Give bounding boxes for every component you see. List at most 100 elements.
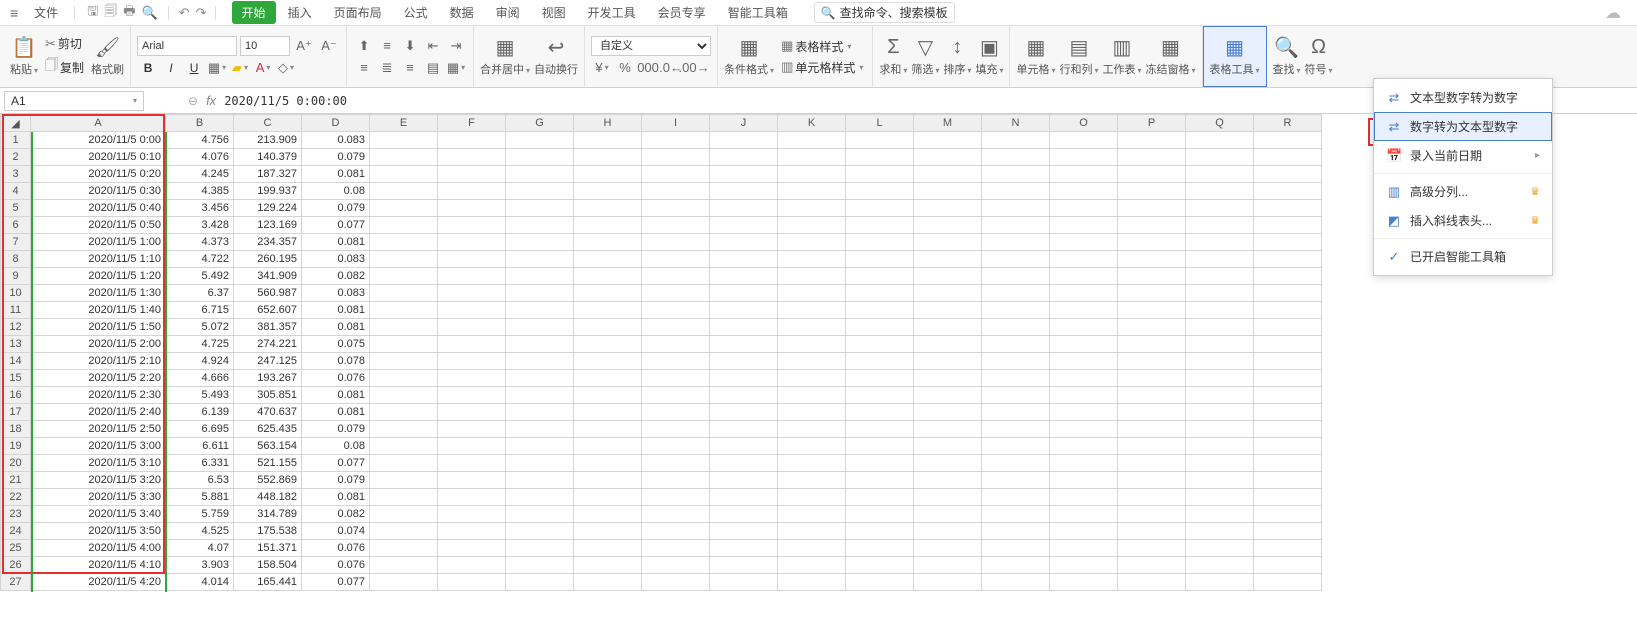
align-top-icon[interactable]: ⬆: [353, 36, 375, 56]
cell[interactable]: [1254, 166, 1322, 183]
cell[interactable]: [438, 353, 506, 370]
cell[interactable]: [506, 506, 574, 523]
cell[interactable]: [1186, 540, 1254, 557]
cell[interactable]: [574, 166, 642, 183]
cell[interactable]: [914, 183, 982, 200]
cell[interactable]: [574, 336, 642, 353]
format-painter-button[interactable]: 🖌 格式刷: [91, 37, 124, 77]
cell[interactable]: [914, 472, 982, 489]
col-header-P[interactable]: P: [1118, 115, 1186, 132]
fx-icon[interactable]: fx: [206, 93, 216, 108]
menu-advanced-split[interactable]: ▥高级分列...♛: [1374, 177, 1552, 206]
row-header[interactable]: 21: [1, 472, 31, 489]
cell[interactable]: 0.077: [302, 574, 370, 591]
cell[interactable]: [1186, 472, 1254, 489]
cell[interactable]: 2020/11/5 3:50: [31, 523, 166, 540]
cell[interactable]: [710, 166, 778, 183]
cell[interactable]: [1118, 251, 1186, 268]
cell[interactable]: 0.081: [302, 234, 370, 251]
col-header-H[interactable]: H: [574, 115, 642, 132]
cell[interactable]: [1118, 387, 1186, 404]
menu-file[interactable]: 文件: [26, 4, 66, 21]
cell[interactable]: 213.909: [234, 132, 302, 149]
cell[interactable]: [778, 421, 846, 438]
border-icon[interactable]: ▦: [206, 58, 228, 78]
cell[interactable]: 0.079: [302, 200, 370, 217]
cell[interactable]: [1118, 200, 1186, 217]
cell[interactable]: [1050, 217, 1118, 234]
cell[interactable]: [1050, 557, 1118, 574]
cell[interactable]: [1050, 251, 1118, 268]
cell[interactable]: 2020/11/5 2:20: [31, 370, 166, 387]
cell[interactable]: [1118, 421, 1186, 438]
cell[interactable]: [710, 523, 778, 540]
cell[interactable]: [710, 200, 778, 217]
cell[interactable]: [438, 404, 506, 421]
cell[interactable]: [642, 132, 710, 149]
cell[interactable]: [574, 489, 642, 506]
cell[interactable]: [914, 285, 982, 302]
cell[interactable]: [846, 489, 914, 506]
cell[interactable]: [846, 149, 914, 166]
cell[interactable]: [370, 166, 438, 183]
cell[interactable]: [914, 489, 982, 506]
cell[interactable]: [846, 506, 914, 523]
cell[interactable]: 652.607: [234, 302, 302, 319]
cell[interactable]: [914, 353, 982, 370]
cell[interactable]: [710, 540, 778, 557]
cell[interactable]: [914, 149, 982, 166]
cell[interactable]: [982, 574, 1050, 591]
cell[interactable]: [778, 506, 846, 523]
row-header[interactable]: 9: [1, 268, 31, 285]
cell[interactable]: [846, 268, 914, 285]
symbol-button[interactable]: Ω符号: [1305, 37, 1333, 77]
cell[interactable]: [1050, 336, 1118, 353]
cell[interactable]: [1050, 574, 1118, 591]
cell[interactable]: 3.456: [166, 200, 234, 217]
cell[interactable]: [574, 132, 642, 149]
cell[interactable]: 2020/11/5 3:20: [31, 472, 166, 489]
cell[interactable]: [1186, 506, 1254, 523]
cell[interactable]: [846, 387, 914, 404]
cell[interactable]: 6.139: [166, 404, 234, 421]
row-header[interactable]: 14: [1, 353, 31, 370]
cell[interactable]: [370, 506, 438, 523]
cell[interactable]: [370, 336, 438, 353]
cell[interactable]: [710, 336, 778, 353]
cell[interactable]: [1254, 200, 1322, 217]
cell[interactable]: 0.075: [302, 336, 370, 353]
clear-format-icon[interactable]: ◇: [275, 58, 297, 78]
cell[interactable]: [574, 523, 642, 540]
cell[interactable]: 158.504: [234, 557, 302, 574]
sum-button[interactable]: Σ求和: [879, 37, 907, 77]
cell[interactable]: 0.076: [302, 557, 370, 574]
cloud-icon[interactable]: ☁: [1605, 3, 1631, 23]
cell[interactable]: [506, 183, 574, 200]
cell[interactable]: [642, 387, 710, 404]
font-size-select[interactable]: [240, 36, 290, 56]
cell[interactable]: 448.182: [234, 489, 302, 506]
cell[interactable]: [642, 472, 710, 489]
cell[interactable]: [1254, 404, 1322, 421]
cell[interactable]: [982, 455, 1050, 472]
cell[interactable]: [846, 472, 914, 489]
cell[interactable]: [778, 387, 846, 404]
cell[interactable]: 234.357: [234, 234, 302, 251]
cell[interactable]: [1186, 251, 1254, 268]
row-header[interactable]: 8: [1, 251, 31, 268]
cell[interactable]: [438, 132, 506, 149]
cell[interactable]: [982, 506, 1050, 523]
cell[interactable]: [574, 200, 642, 217]
cell[interactable]: [438, 489, 506, 506]
tab-数据[interactable]: 数据: [440, 1, 484, 24]
cell[interactable]: [574, 574, 642, 591]
cell[interactable]: [370, 574, 438, 591]
cell[interactable]: [642, 183, 710, 200]
cell[interactable]: [846, 285, 914, 302]
col-header-C[interactable]: C: [234, 115, 302, 132]
wrap-button[interactable]: ↩自动换行: [534, 37, 578, 77]
cell[interactable]: [914, 506, 982, 523]
cell[interactable]: [846, 251, 914, 268]
cell[interactable]: [982, 540, 1050, 557]
cell[interactable]: [642, 455, 710, 472]
